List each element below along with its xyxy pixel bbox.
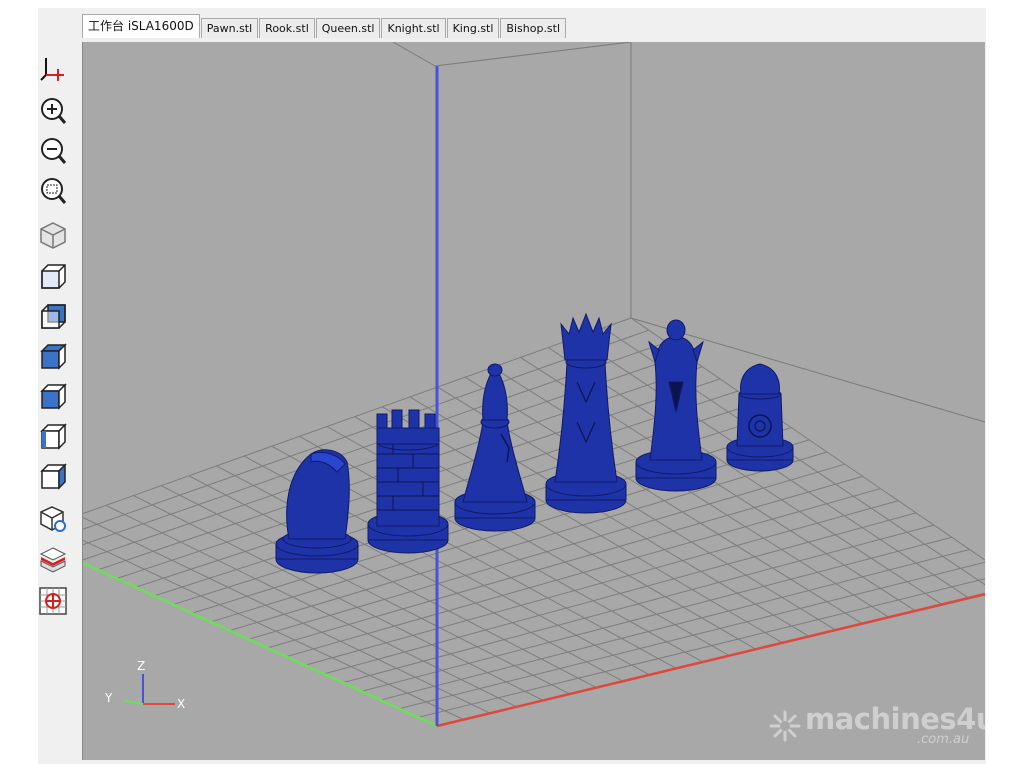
back-view-button[interactable]	[38, 302, 68, 332]
3d-viewport[interactable]: Z Y X machines4u .com.au	[82, 42, 985, 760]
watermark: machines4u .com.au	[769, 702, 985, 747]
bottom-view-button[interactable]	[38, 462, 68, 492]
zoom-out-icon	[41, 138, 67, 164]
bottom-view-icon	[40, 463, 67, 490]
axes-button[interactable]	[38, 54, 68, 84]
axis-label-y: Y	[104, 691, 113, 705]
knight-model[interactable]	[275, 449, 359, 574]
rotate-view-icon	[40, 506, 66, 532]
tab-queen[interactable]: Queen.stl	[315, 18, 381, 38]
zoom-in-icon	[41, 98, 67, 124]
y-axis-line	[83, 561, 438, 728]
zoom-in-button[interactable]	[38, 96, 68, 126]
left-view-button[interactable]	[38, 382, 68, 412]
bishop-model[interactable]	[454, 363, 536, 532]
tab-pawn[interactable]: Pawn.stl	[200, 18, 259, 38]
watermark-brand: machines4u	[805, 702, 985, 736]
star-logo-icon	[769, 710, 801, 742]
front-view-icon	[41, 264, 66, 289]
back-view-icon	[41, 304, 66, 329]
zoom-out-button[interactable]	[38, 136, 68, 166]
axis-indicator-y	[122, 699, 144, 705]
tab-workbench[interactable]: 工作台 iSLA1600D	[82, 14, 200, 38]
tab-bar: 工作台 iSLA1600D Pawn.stl Rook.stl Queen.st…	[82, 14, 567, 38]
king-model[interactable]	[635, 319, 717, 492]
app-window: 工作台 iSLA1600D Pawn.stl Rook.stl Queen.st…	[38, 8, 986, 764]
axis-label-x: X	[177, 697, 185, 711]
grid-center-button[interactable]	[38, 586, 68, 616]
tab-king[interactable]: King.stl	[446, 18, 500, 38]
zoom-fit-icon	[41, 178, 67, 204]
back-wall-edge	[392, 42, 436, 67]
grid-line	[399, 561, 985, 710]
zoom-fit-button[interactable]	[38, 176, 68, 206]
left-view-icon	[40, 383, 67, 410]
slice-plane-icon	[39, 547, 67, 573]
grid-center-icon	[39, 587, 67, 615]
axis-indicator: Z Y X	[104, 659, 185, 711]
front-view-button[interactable]	[38, 262, 68, 292]
tab-bishop[interactable]: Bishop.stl	[500, 18, 567, 38]
tab-rook[interactable]: Rook.stl	[259, 18, 315, 38]
right-view-button[interactable]	[38, 422, 68, 452]
slice-plane-button[interactable]	[38, 544, 68, 574]
iso-view-icon	[40, 222, 66, 249]
watermark-domain: .com.au	[917, 732, 970, 747]
rotate-view-button[interactable]	[38, 504, 68, 534]
floor-grid	[83, 317, 985, 727]
axis-label-z: Z	[137, 659, 145, 673]
back-wall-edge	[434, 42, 632, 67]
iso-view-button[interactable]	[38, 220, 68, 250]
top-view-button[interactable]	[38, 342, 68, 372]
axes-icon	[40, 58, 64, 81]
scene-canvas[interactable]: Z Y X	[83, 42, 985, 760]
tab-knight[interactable]: Knight.stl	[381, 18, 446, 38]
top-view-icon	[40, 343, 67, 370]
right-view-icon	[40, 423, 67, 450]
grid-line	[83, 562, 438, 727]
rook-model[interactable]	[367, 409, 449, 554]
